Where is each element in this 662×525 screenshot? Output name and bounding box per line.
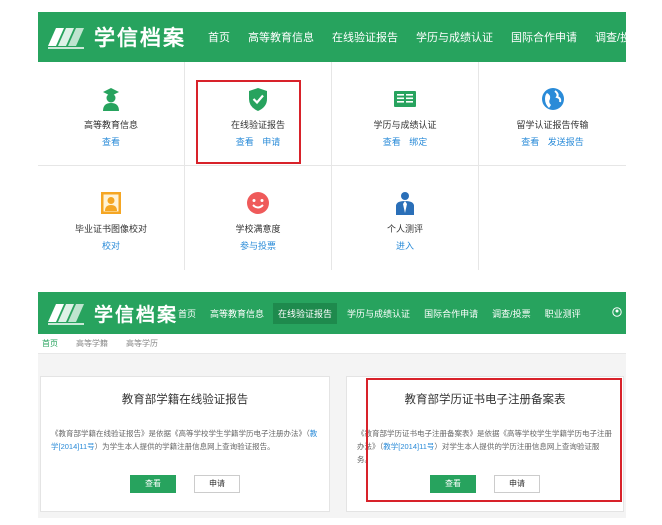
person-icon xyxy=(396,192,414,215)
highlight-degree-registration xyxy=(366,378,622,502)
service-higher-education[interactable]: 高等教育信息 查看 xyxy=(38,62,185,166)
service-title: 学校满意度 xyxy=(235,224,281,234)
service-links: 查看 发送报告 xyxy=(479,135,626,148)
service-title: 个人测评 xyxy=(386,224,423,234)
nav-menu: 首页 高等教育信息 在线验证报告 学历与成绩认证 国际合作申请 调查/投票 职业… xyxy=(178,292,595,334)
service-links: 参与投票 xyxy=(185,239,331,252)
card-actions: 查看 申请 xyxy=(41,475,329,493)
brand-name: 学信档案 xyxy=(94,26,186,50)
view-button[interactable]: 查看 xyxy=(130,475,176,493)
book-icon xyxy=(394,91,416,107)
vote-link[interactable]: 参与投票 xyxy=(240,241,276,251)
globe-icon xyxy=(541,88,564,110)
service-title: 留学认证报告传输 xyxy=(516,120,589,130)
nav-item-online-verification[interactable]: 在线验证报告 xyxy=(273,302,338,324)
card-description: 《教育部学籍在线验证报告》是依据《高等学校学生学籍学历电子注册办法》（教学[20… xyxy=(51,429,318,451)
xuexin-home-screenshot: 学信档案 首页 高等教育信息 在线验证报告 学历与成绩认证 国际合作申请 调查/… xyxy=(38,12,642,270)
service-overseas-report[interactable]: 留学认证报告传输 查看 发送报告 xyxy=(479,62,626,166)
service-links: 查看 xyxy=(38,135,184,148)
nav-item-career-test[interactable]: 职业测评 xyxy=(545,307,581,320)
bind-link[interactable]: 绑定 xyxy=(409,137,427,147)
service-school-satisfaction[interactable]: 学校满意度 参与投票 xyxy=(185,166,332,270)
service-grid: 高等教育信息 查看 在线验证报告 查看 申请 学历与成绩认证 查看 绑定 留学认… xyxy=(38,62,626,270)
portrait-icon xyxy=(101,192,121,214)
student-icon xyxy=(103,88,119,111)
nav-menu: 首页 高等教育信息 在线验证报告 学历与成绩认证 国际合作申请 调查/投票 xyxy=(208,12,660,62)
student-status-report-card: 教育部学籍在线验证报告 《教育部学籍在线验证报告》是依据《高等学校学生学籍学历电… xyxy=(40,376,330,512)
service-personal-assessment[interactable]: 个人测评 进入 xyxy=(332,166,479,270)
view-link[interactable]: 查看 xyxy=(383,137,401,147)
book-logo-icon xyxy=(48,28,84,49)
nav-item-higher-education[interactable]: 高等教育信息 xyxy=(210,307,264,320)
user-icon[interactable] xyxy=(612,307,622,317)
nav-item-international[interactable]: 国际合作申请 xyxy=(511,29,577,45)
enter-link[interactable]: 进入 xyxy=(396,241,414,251)
brand-name: 学信档案 xyxy=(94,303,179,326)
service-links: 查看 绑定 xyxy=(332,135,478,148)
brand-logo[interactable]: 学信档案 xyxy=(38,300,178,327)
nav-item-survey[interactable]: 调查/投票 xyxy=(492,307,531,320)
service-links: 进入 xyxy=(332,239,478,252)
card-title: 教育部学籍在线验证报告 xyxy=(121,394,249,406)
breadcrumb-student-status[interactable]: 高等学籍 xyxy=(76,338,108,349)
breadcrumb-home[interactable]: 首页 xyxy=(42,338,58,349)
brand-logo[interactable]: 学信档案 xyxy=(38,22,186,52)
nav-item-international[interactable]: 国际合作申请 xyxy=(424,307,478,320)
nav-item-home[interactable]: 首页 xyxy=(178,307,196,320)
view-link[interactable]: 查看 xyxy=(102,137,120,147)
service-certificate-photo[interactable]: 毕业证书图像校对 校对 xyxy=(38,166,185,270)
nav-item-survey[interactable]: 调查/投票 xyxy=(595,29,642,45)
service-title: 学历与成绩认证 xyxy=(373,120,437,130)
nav-item-higher-education[interactable]: 高等教育信息 xyxy=(248,29,314,45)
service-title: 毕业证书图像校对 xyxy=(74,224,147,234)
nav-item-online-verification[interactable]: 在线验证报告 xyxy=(332,29,398,45)
highlight-online-verification xyxy=(196,80,301,164)
proofread-link[interactable]: 校对 xyxy=(102,241,120,251)
xuexin-verification-page-screenshot: 学信档案 首页 高等教育信息 在线验证报告 学历与成绩认证 国际合作申请 调查/… xyxy=(38,292,626,518)
service-title: 高等教育信息 xyxy=(83,120,138,130)
empty-cell xyxy=(479,166,626,270)
service-degree-certification[interactable]: 学历与成绩认证 查看 绑定 xyxy=(332,62,479,166)
breadcrumb: 首页 高等学籍 高等学历 xyxy=(38,334,626,354)
nav-item-home[interactable]: 首页 xyxy=(208,29,230,45)
breadcrumb-degree[interactable]: 高等学历 xyxy=(126,338,158,349)
nav-item-degree-certification[interactable]: 学历与成绩认证 xyxy=(347,307,410,320)
apply-button[interactable]: 申请 xyxy=(194,475,240,493)
smiley-icon xyxy=(247,192,269,214)
nav-item-degree-certification[interactable]: 学历与成绩认证 xyxy=(416,29,493,45)
service-links: 校对 xyxy=(38,239,184,252)
top-nav-bar: 学信档案 首页 高等教育信息 在线验证报告 学历与成绩认证 国际合作申请 调查/… xyxy=(38,12,642,62)
send-report-link[interactable]: 发送报告 xyxy=(548,137,584,147)
book-logo-icon xyxy=(48,304,84,325)
top-nav-bar: 学信档案 首页 高等教育信息 在线验证报告 学历与成绩认证 国际合作申请 调查/… xyxy=(38,292,626,334)
view-link[interactable]: 查看 xyxy=(521,137,539,147)
